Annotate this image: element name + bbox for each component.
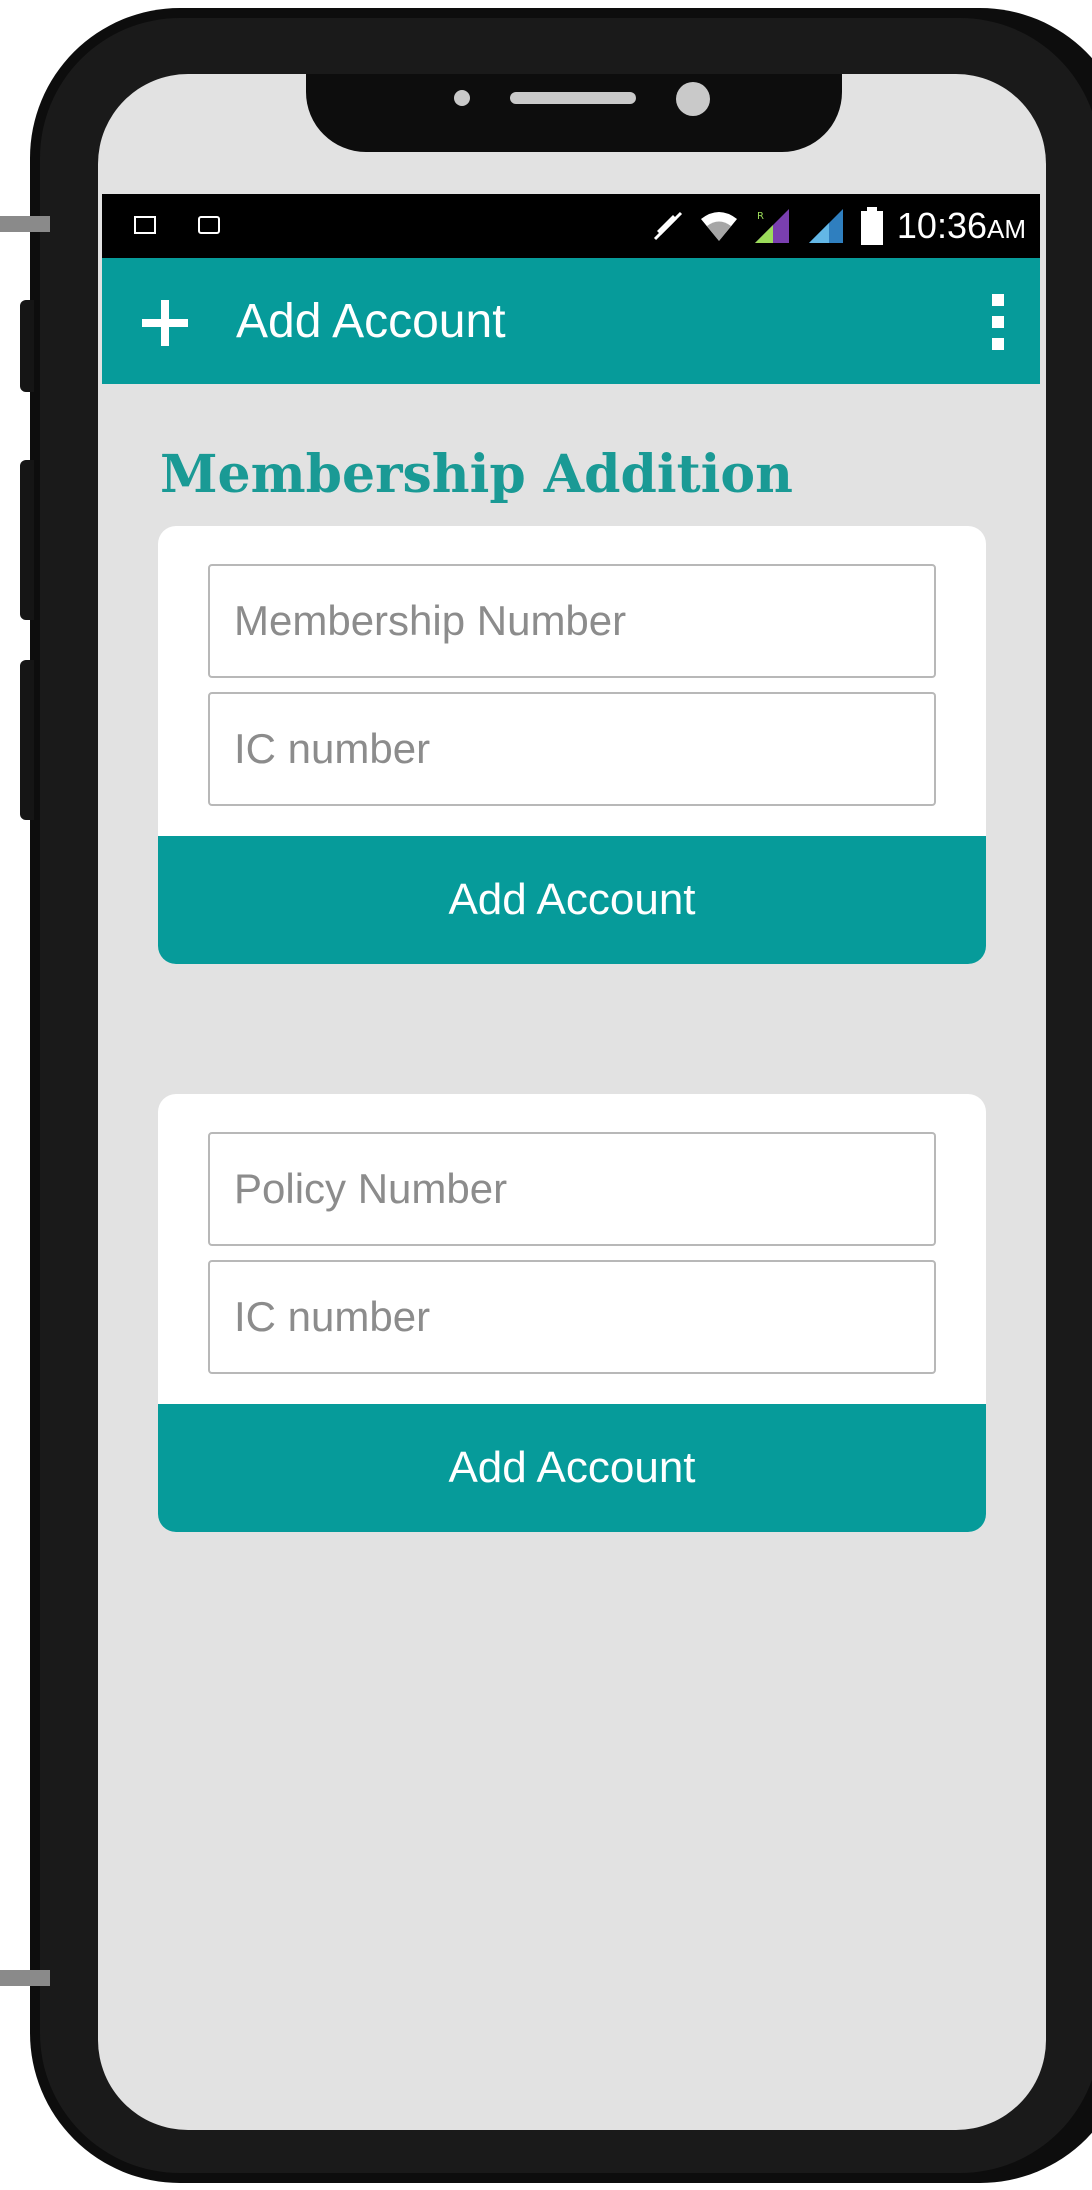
gmail-icon — [198, 216, 220, 234]
clock-time: 10:36 — [896, 205, 987, 246]
frame-mark — [0, 216, 50, 232]
policy-number-input[interactable] — [208, 1132, 936, 1246]
earpiece-speaker — [510, 92, 636, 104]
membership-card: Add Account — [158, 526, 986, 964]
side-button — [20, 660, 34, 820]
signal-icon: R — [754, 209, 789, 243]
sensor-dot — [454, 90, 470, 106]
section-title: Membership Addition — [160, 444, 793, 505]
clock: 10:36AM — [897, 205, 1026, 247]
plus-icon[interactable] — [138, 296, 192, 350]
add-account-button[interactable]: Add Account — [158, 1404, 986, 1532]
screen: R 10:36AM Add Account Membership Additio… — [98, 74, 1046, 2130]
frame-mark — [0, 1970, 50, 1986]
mute-icon — [653, 211, 682, 241]
signal-icon — [808, 209, 843, 243]
clock-ampm: AM — [987, 214, 1026, 244]
membership-number-input[interactable] — [208, 564, 936, 678]
image-icon — [134, 216, 156, 234]
ic-number-input[interactable] — [208, 692, 936, 806]
overflow-menu-icon[interactable] — [992, 292, 1004, 352]
phone-notch — [306, 74, 842, 152]
policy-card: Add Account — [158, 1094, 986, 1532]
side-button — [20, 300, 34, 392]
app-bar-title: Add Account — [236, 295, 506, 348]
status-bar: R 10:36AM — [102, 194, 1040, 258]
add-account-button[interactable]: Add Account — [158, 836, 986, 964]
svg-text:R: R — [757, 211, 764, 222]
side-button — [20, 460, 34, 620]
status-icons: R 10:36AM — [651, 194, 1026, 258]
front-camera — [676, 82, 710, 116]
battery-icon — [860, 207, 883, 245]
app-bar: Add Account — [102, 258, 1040, 384]
ic-number-input[interactable] — [208, 1260, 936, 1374]
wifi-icon — [700, 212, 737, 241]
